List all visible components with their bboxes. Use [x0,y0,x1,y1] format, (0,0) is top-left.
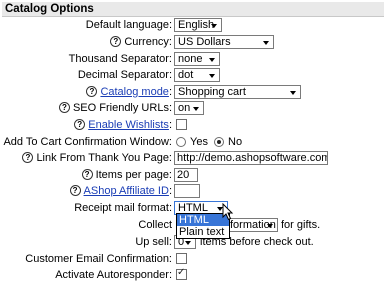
items-per-page-input[interactable]: 20 [174,168,198,182]
items-per-page-label-wrap: ? Items per page: [81,167,172,184]
collect-label: Collect [138,219,172,231]
collect-suffix: for gifts. [281,219,321,231]
default-language-label: Default language: [85,19,172,31]
mouse-cursor-icon [222,203,234,221]
items-per-page-label: Items per page: [95,169,172,181]
help-icon[interactable]: ? [81,168,93,180]
affiliate-link[interactable]: AShop Affiliate ID [84,185,169,197]
help-icon[interactable]: ? [110,35,122,47]
chevron-down-icon [208,70,217,80]
thousand-separator-value: none [178,53,203,65]
currency-select[interactable]: US Dollars [174,35,274,49]
wishlists-checkbox[interactable] [176,119,187,130]
row-autoresponder: Activate Autoresponder: [0,267,386,284]
affiliate-colon: : [168,185,172,197]
row-decimal-separator: Decimal Separator: dot [0,67,386,84]
row-currency: ? Currency: US Dollars [0,34,386,51]
currency-label: Currency: [124,36,172,48]
receipt-format-label: Receipt mail format: [74,202,172,214]
chevron-down-icon [210,20,219,30]
help-icon[interactable]: ? [86,85,98,97]
catalog-mode-colon: : [168,86,172,98]
currency-label-wrap: ? Currency: [110,34,172,51]
thousand-separator-select[interactable]: none [174,52,220,66]
chevron-down-icon [289,87,298,97]
dropdown-option-plain-text[interactable]: Plain text [177,226,229,238]
chevron-down-icon [192,103,201,113]
customer-email-label: Customer Email Confirmation: [25,253,172,265]
help-icon[interactable]: ? [58,101,70,113]
default-language-value: English [178,19,215,31]
autoresponder-checkbox[interactable] [176,267,187,280]
add-to-cart-label-wrap: ?Add To Cart Confirmation Window: [0,134,172,151]
help-icon[interactable]: ? [22,151,34,163]
help-icon[interactable]: ? [74,118,86,130]
row-thousand-separator: Thousand Separator: none [0,51,386,68]
seo-value: on [178,102,191,114]
decimal-separator-label: Decimal Separator: [77,69,172,81]
wishlists-link[interactable]: Enable Wishlists [88,119,169,131]
add-to-cart-yes-label: Yes [190,136,208,148]
affiliate-id-input[interactable] [174,184,200,198]
catalog-mode-label-wrap: ? Catalog mode: [86,84,172,101]
autoresponder-label: Activate Autoresponder: [55,269,172,281]
currency-value: US Dollars [178,36,231,48]
row-thank-you-link: ? Link From Thank You Page: http://demo.a… [0,150,386,167]
seo-select[interactable]: on [174,101,204,115]
wishlists-label-wrap: ? Enable Wishlists: [74,117,172,134]
thank-you-url-input[interactable]: http://demo.ashopsoftware.com [174,151,328,165]
upsell-label: Up sell: [135,236,172,248]
catalog-mode-link[interactable]: Catalog mode [100,86,169,98]
thank-you-label-wrap: ? Link From Thank You Page: [22,150,172,167]
row-add-to-cart: ?Add To Cart Confirmation Window: Yes No [0,134,386,151]
decimal-separator-value: dot [178,69,194,81]
section-title: Catalog Options [2,2,384,17]
chevron-down-icon [208,54,217,64]
wishlists-colon: : [168,119,172,131]
customer-email-checkbox[interactable] [176,253,187,264]
row-wishlists: ? Enable Wishlists: [0,117,386,134]
add-to-cart-yes-radio[interactable] [176,137,186,147]
help-icon[interactable]: ? [69,184,81,196]
catalog-mode-select[interactable]: Shopping cart [174,85,301,99]
chevron-down-icon [266,220,275,230]
row-customer-email: Customer Email Confirmation: [0,251,386,268]
collect-select[interactable]: formation [228,218,278,232]
row-default-language: Default language: English [0,17,386,34]
seo-label: SEO Friendly URLs: [72,102,172,114]
default-language-select[interactable]: English [174,18,222,32]
row-catalog-mode: ? Catalog mode: Shopping cart [0,84,386,101]
row-seo: ? SEO Friendly URLs: on [0,100,386,117]
thank-you-label: Link From Thank You Page: [36,152,172,164]
thousand-separator-label: Thousand Separator: [68,53,172,65]
affiliate-label-wrap: ? AShop Affiliate ID: [69,183,172,200]
row-affiliate-id: ? AShop Affiliate ID: [0,183,386,200]
seo-label-wrap: ? SEO Friendly URLs: [58,100,172,117]
chevron-down-icon [262,37,271,47]
decimal-separator-select[interactable]: dot [174,68,220,82]
row-items-per-page: ? Items per page: 20 [0,167,386,184]
add-to-cart-no-label: No [228,136,243,148]
add-to-cart-label: Add To Cart Confirmation Window: [3,136,172,148]
add-to-cart-no-radio[interactable] [214,137,224,147]
catalog-mode-value: Shopping cart [178,86,246,98]
